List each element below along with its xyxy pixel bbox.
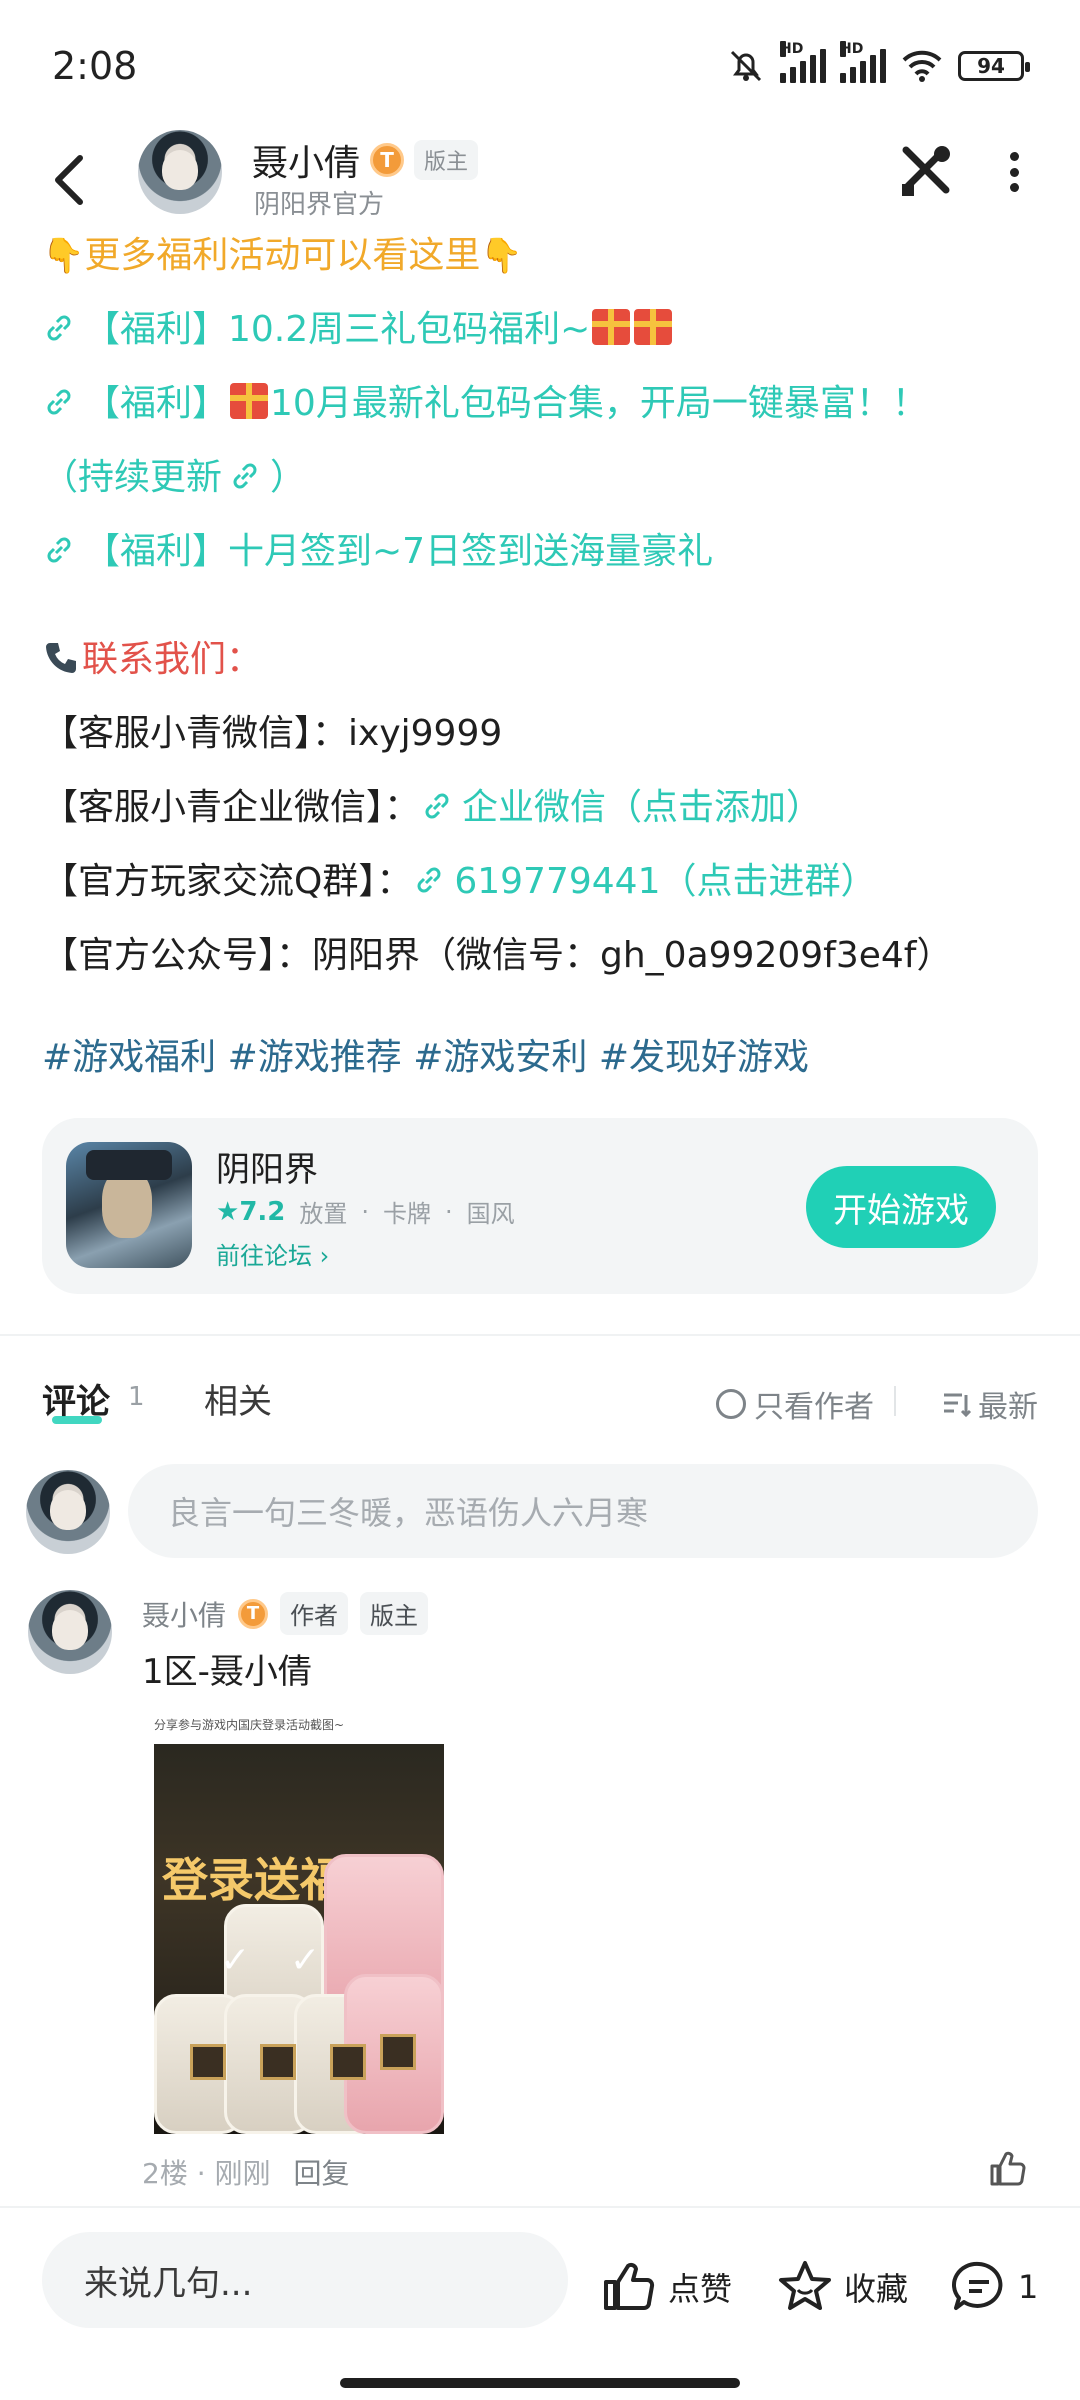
phone-icon	[46, 643, 76, 673]
chevron-right-icon: ›	[319, 1242, 330, 1270]
reply-input[interactable]: 来说几句...	[42, 2232, 568, 2328]
forum-link[interactable]: 前往论坛 ›	[216, 1236, 329, 1271]
divider	[894, 1386, 896, 1416]
link-icon	[47, 389, 71, 415]
tab-comments[interactable]: 评论	[42, 1374, 110, 1424]
contact-enterprise-wechat: 【客服小青企业微信】： 企业微信（点击添加）	[42, 787, 823, 828]
section-divider	[0, 1334, 1080, 1336]
status-icons: HD HD 94	[726, 41, 1030, 86]
sort-newest-button[interactable]: 最新	[942, 1382, 1038, 1426]
commenter-avatar[interactable]	[28, 1590, 112, 1674]
favorite-button[interactable]: 收藏	[776, 2258, 908, 2316]
game-tag: 卡牌	[383, 1200, 432, 1228]
link-icon	[417, 867, 441, 893]
game-tag: 放置	[299, 1200, 348, 1228]
level-badge-icon: T	[238, 1598, 269, 1629]
comment-count: 1	[128, 1382, 145, 1412]
promo-line: 👇更多福利活动可以看这里👇	[42, 235, 523, 276]
start-game-button[interactable]: 开始游戏	[806, 1166, 996, 1248]
contact-wechat: 【客服小青微信】：ixyj9999	[42, 713, 503, 754]
star-icon: ★	[216, 1196, 240, 1227]
comment-tabs: 评论 1 相关 只看作者 最新	[0, 1370, 1080, 1450]
role-tag: 版主	[414, 140, 479, 180]
author-subtitle: 阴阳界官方	[254, 190, 385, 220]
pointing-down-icon: 👇	[42, 236, 85, 276]
signal-icon-2: HD	[840, 41, 886, 83]
tools-icon[interactable]	[896, 142, 954, 200]
contact-official-account: 【官方公众号】：阴阳界（微信号：gh_0a99209f3e4f）	[42, 935, 953, 976]
battery-indicator: 94	[958, 51, 1030, 81]
welfare-link-2[interactable]: 【福利】 10月最新礼包码合集，开局一键暴富！！	[42, 374, 928, 426]
link-icon	[425, 793, 449, 819]
image-caption: 分享参与游戏内国庆登录活动截图~	[154, 1718, 345, 1732]
tab-related[interactable]: 相关	[204, 1374, 272, 1423]
hashtag[interactable]: #游戏推荐	[228, 1037, 402, 1078]
like-button[interactable]: 点赞	[600, 2258, 732, 2316]
only-author-toggle[interactable]: 只看作者	[716, 1382, 874, 1426]
hashtag[interactable]: #游戏安利	[413, 1037, 587, 1078]
post-header: 聂小倩 T 版主 阴阳界官方	[0, 130, 1080, 240]
reply-button[interactable]: 回复	[293, 2157, 349, 2190]
home-indicator[interactable]	[340, 2378, 740, 2388]
status-time: 2:08	[52, 44, 138, 88]
welfare-link-1[interactable]: 【福利】10.2周三礼包码福利~	[42, 300, 674, 352]
link-icon	[47, 537, 71, 563]
game-icon[interactable]	[66, 1142, 192, 1268]
hashtags: #游戏福利 #游戏推荐 #游戏安利 #发现好游戏	[42, 1028, 809, 1080]
sort-icon	[944, 1393, 972, 1418]
status-bar: 2:08 HD HD 94	[0, 0, 1080, 130]
qq-group-link[interactable]: 619779441（点击进群）	[412, 861, 876, 902]
author-avatar[interactable]	[138, 130, 222, 214]
level-badge-icon: T	[370, 143, 405, 177]
wifi-icon	[902, 50, 942, 82]
gift-icon	[230, 383, 269, 419]
author-name-row[interactable]: 聂小倩 T 版主	[252, 134, 479, 186]
bottom-action-bar: 来说几句... 点赞 收藏 1	[0, 2206, 1080, 2400]
gift-icon	[634, 309, 673, 345]
link-icon	[233, 463, 257, 489]
gift-icon	[592, 309, 631, 345]
welfare-link-2-cont[interactable]: （持续更新）	[42, 448, 306, 500]
comment-text: 1区-聂小倩	[142, 1652, 312, 1692]
signal-icon: HD	[780, 41, 826, 83]
pointing-down-icon: 👇	[480, 236, 523, 276]
game-tag: 国风	[466, 1200, 515, 1228]
comment-bubble-icon	[952, 2261, 1003, 2310]
hashtag[interactable]: #游戏福利	[42, 1037, 216, 1078]
author-tag: 作者	[280, 1592, 349, 1635]
mod-tag: 版主	[360, 1592, 429, 1635]
more-options-icon[interactable]	[1008, 152, 1020, 192]
back-arrow-icon[interactable]	[50, 152, 90, 208]
commenter-name-row[interactable]: 聂小倩 T 作者 版主	[142, 1592, 429, 1635]
comments-button[interactable]: 1	[950, 2258, 1038, 2316]
mute-bell-icon	[730, 50, 762, 82]
star-icon	[779, 2261, 831, 2310]
enterprise-wechat-link[interactable]: 企业微信（点击添加）	[420, 787, 822, 828]
game-rating: ★7.2	[216, 1196, 286, 1227]
author-name: 聂小倩	[252, 143, 361, 184]
contact-qq-group: 【官方玩家交流Q群】： 619779441（点击进群）	[42, 861, 877, 902]
comment-meta: 2楼 · 刚刚 回复	[142, 2157, 350, 2190]
comment-image[interactable]: 登录送福利 ✓ ✓	[154, 1744, 444, 2134]
comment-input[interactable]: 良言一句三冬暖，恶语伤人六月寒	[128, 1464, 1038, 1558]
commenter-name: 聂小倩	[142, 1598, 227, 1632]
game-name: 阴阳界	[216, 1150, 318, 1190]
game-card[interactable]: 阴阳界 ★7.2 放置 · 卡牌 · 国风 前往论坛 › 开始游戏	[42, 1118, 1038, 1294]
radio-icon	[716, 1389, 746, 1419]
contact-title: 联系我们：	[42, 630, 262, 682]
link-icon	[47, 315, 71, 341]
floor-number: 2楼	[142, 2157, 188, 2190]
welfare-link-3[interactable]: 【福利】十月签到~7日签到送海量豪礼	[42, 522, 713, 574]
game-meta: ★7.2 放置 · 卡牌 · 国风	[216, 1194, 515, 1229]
thumbs-up-icon	[604, 2262, 655, 2310]
hashtag[interactable]: #发现好游戏	[599, 1037, 809, 1078]
comment-time: 刚刚	[214, 2157, 271, 2190]
my-avatar	[26, 1470, 110, 1554]
thumbs-up-icon[interactable]	[986, 2148, 1028, 2190]
